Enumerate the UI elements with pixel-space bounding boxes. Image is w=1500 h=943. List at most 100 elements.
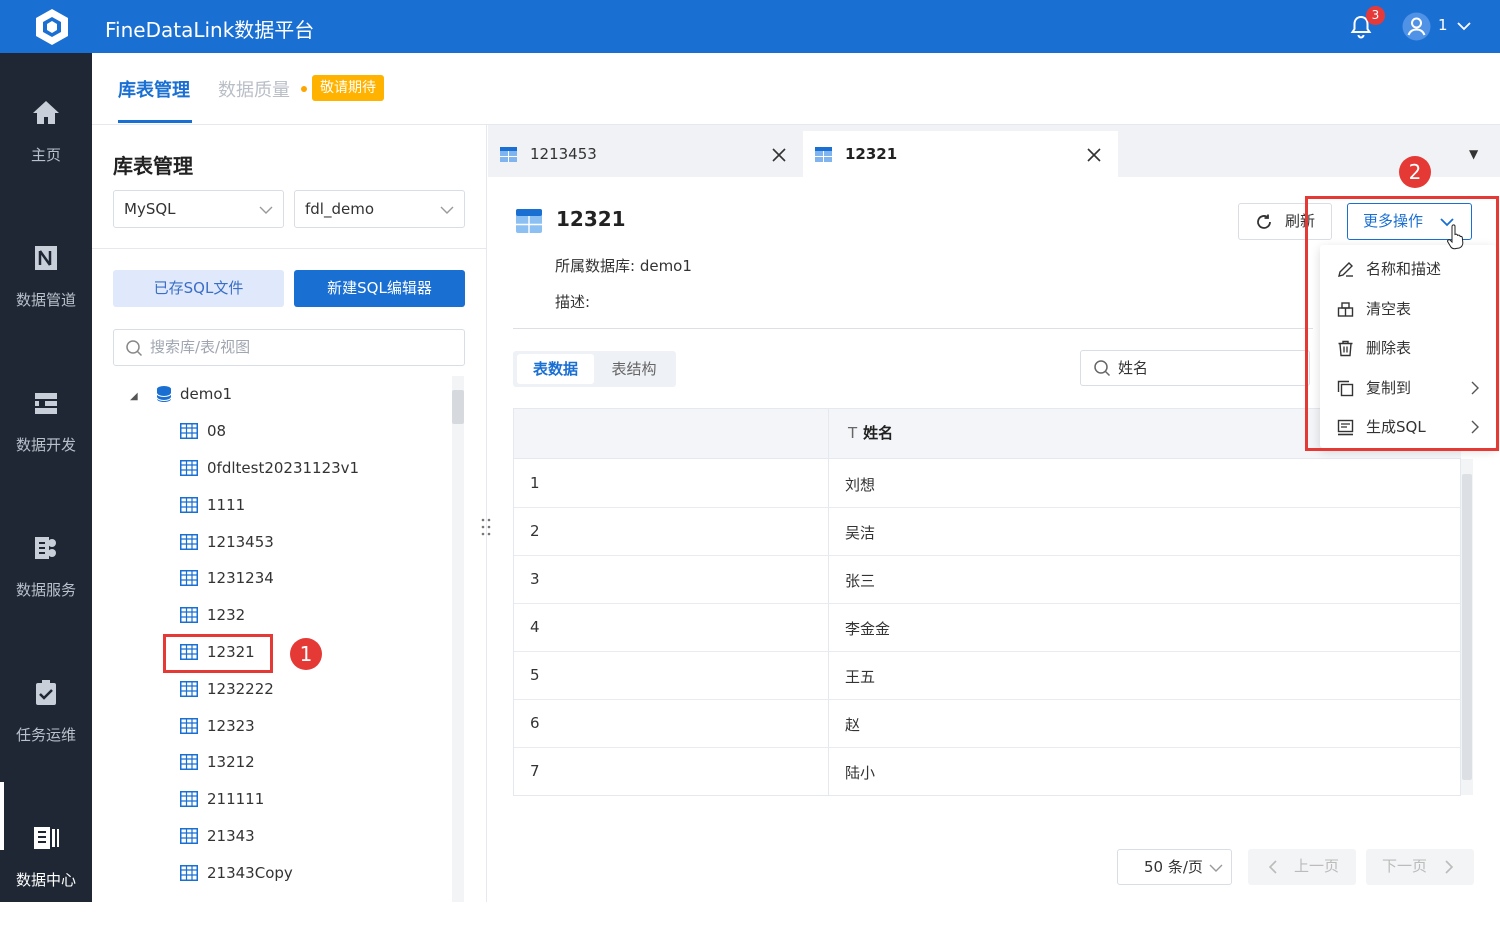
table-row[interactable]: 4 李金金 (514, 604, 1461, 652)
resize-handle-icon[interactable] (480, 517, 492, 537)
chevron-down-icon[interactable] (1456, 18, 1472, 34)
search-icon (1094, 360, 1111, 377)
new-sql-editor-button[interactable]: 新建SQL编辑器 (294, 270, 465, 307)
tree-scrollbar-thumb[interactable] (452, 390, 464, 424)
table-label: 12323 (207, 717, 255, 735)
table-row[interactable]: 7 陆小 (514, 748, 1461, 796)
table-row[interactable]: 6赵 (514, 700, 1461, 748)
close-icon[interactable] (772, 148, 786, 162)
prev-page-button[interactable]: 上一页 (1248, 849, 1356, 885)
table-label: 21343Copy (207, 864, 293, 882)
database-icon (156, 386, 172, 402)
tab-table-data[interactable]: 表数据 (517, 354, 594, 384)
db-name-select[interactable]: fdl_demo (294, 190, 465, 228)
tab-data-quality[interactable]: 数据质量 (218, 76, 290, 102)
table-row[interactable]: 1 刘想 (514, 460, 1461, 508)
table-row[interactable]: 5 王五 (514, 652, 1461, 700)
nav-service[interactable]: 数据服务 (0, 533, 92, 653)
page-size-select[interactable]: 50 条/页 (1117, 849, 1232, 885)
table-icon (180, 497, 198, 513)
table-icon (180, 865, 198, 881)
cell-name: 张三 (845, 572, 876, 590)
table-title: 12321 (556, 207, 626, 231)
table-label: 1232 (207, 606, 246, 624)
row-number: 4 (530, 618, 540, 636)
coming-soon-dot (301, 86, 307, 92)
tree-scrollbar[interactable] (452, 376, 464, 902)
db-name-value: fdl_demo (305, 200, 375, 218)
user-avatar-icon[interactable] (1402, 12, 1431, 41)
doc-tab-12321[interactable]: 12321 (803, 131, 1118, 177)
nav-home[interactable]: 主页 (0, 98, 92, 218)
table-label: 0fdltest20231123v1 (207, 459, 360, 477)
nav-ops-label: 任务运维 (15, 726, 76, 744)
tab-table-structure[interactable]: 表结构 (594, 354, 674, 384)
nav-datacenter-label: 数据中心 (15, 871, 76, 889)
chevron-down-icon (1209, 864, 1223, 872)
tab-table-management[interactable]: 库表管理 (118, 76, 190, 102)
username[interactable]: 1 (1438, 16, 1448, 34)
collapse-triangle-icon[interactable]: ◢ (130, 386, 138, 408)
nav-home-label: 主页 (30, 146, 61, 164)
table-icon (180, 607, 198, 623)
table-icon (516, 209, 542, 233)
search-placeholder: 搜索库/表/视图 (150, 338, 251, 356)
column-search-input[interactable]: 姓名 (1080, 350, 1310, 386)
nav-pipeline[interactable]: 数据管道 (0, 243, 92, 363)
doc-tab-1213453[interactable]: 1213453 (488, 131, 801, 177)
next-page-button[interactable]: 下一页 (1366, 849, 1474, 885)
cell-name: 赵 (845, 716, 861, 734)
nav-dev[interactable]: 数据开发 (0, 388, 92, 508)
table-row[interactable]: 3 张三 (514, 556, 1461, 604)
row-number: 5 (530, 666, 540, 684)
highlight-box-more-actions (1305, 196, 1499, 451)
cell-name: 刘想 (845, 476, 876, 494)
tab-list-dropdown-icon[interactable]: ▼ (1469, 147, 1478, 161)
refresh-icon (1257, 214, 1271, 229)
cell-name: 陆小 (845, 764, 876, 782)
saved-sql-button[interactable]: 已存SQL文件 (113, 270, 284, 307)
table-label: 08 (207, 422, 227, 440)
table-label: 211111 (207, 790, 265, 808)
row-number: 3 (530, 570, 540, 588)
text-type-icon: T (848, 424, 858, 442)
table-label: 13212 (207, 753, 255, 771)
row-number: 7 (530, 762, 540, 780)
chevron-down-icon (259, 206, 273, 214)
close-icon[interactable] (1087, 148, 1101, 162)
tree-search-input[interactable]: 搜索库/表/视图 (113, 329, 465, 366)
table-icon (180, 460, 198, 476)
doc-tab-label: 12321 (845, 145, 898, 163)
prev-page-label: 上一页 (1294, 857, 1340, 875)
column-header-name[interactable]: T 姓名 (848, 422, 893, 443)
nav-service-label: 数据服务 (15, 581, 76, 599)
search-icon (126, 340, 143, 357)
table-icon (815, 147, 832, 162)
service-icon (35, 537, 56, 559)
table-label: 1232222 (207, 680, 274, 698)
step-marker-1: 1 (290, 638, 322, 670)
datacenter-icon (34, 827, 59, 849)
table-icon (180, 791, 198, 807)
coming-soon-badge: 敬请期待 (312, 75, 384, 101)
nav-ops[interactable]: 任务运维 (0, 678, 92, 798)
table-icon (180, 754, 198, 770)
table-label: 1111 (207, 496, 246, 514)
table-icon (500, 147, 517, 162)
row-number: 1 (530, 474, 540, 492)
panel-divider (92, 248, 487, 249)
table-icon (180, 828, 198, 844)
chevron-down-icon (440, 206, 454, 214)
page-size-label: 50 条/页 (1144, 858, 1203, 876)
table-icon (180, 423, 198, 439)
app-title: FineDataLink数据平台 (105, 18, 315, 42)
logo-icon (36, 9, 68, 45)
db-type-select[interactable]: MySQL (113, 190, 284, 228)
table-row[interactable]: 2 吴洁 (514, 508, 1461, 556)
nav-dev-label: 数据开发 (15, 436, 76, 454)
table-scrollbar-thumb[interactable] (1462, 474, 1472, 780)
table-icon (180, 570, 198, 586)
description-info: 描述: (555, 293, 591, 311)
hand-cursor-icon (1447, 224, 1464, 250)
nav-datacenter[interactable]: 数据中心 (0, 823, 92, 943)
